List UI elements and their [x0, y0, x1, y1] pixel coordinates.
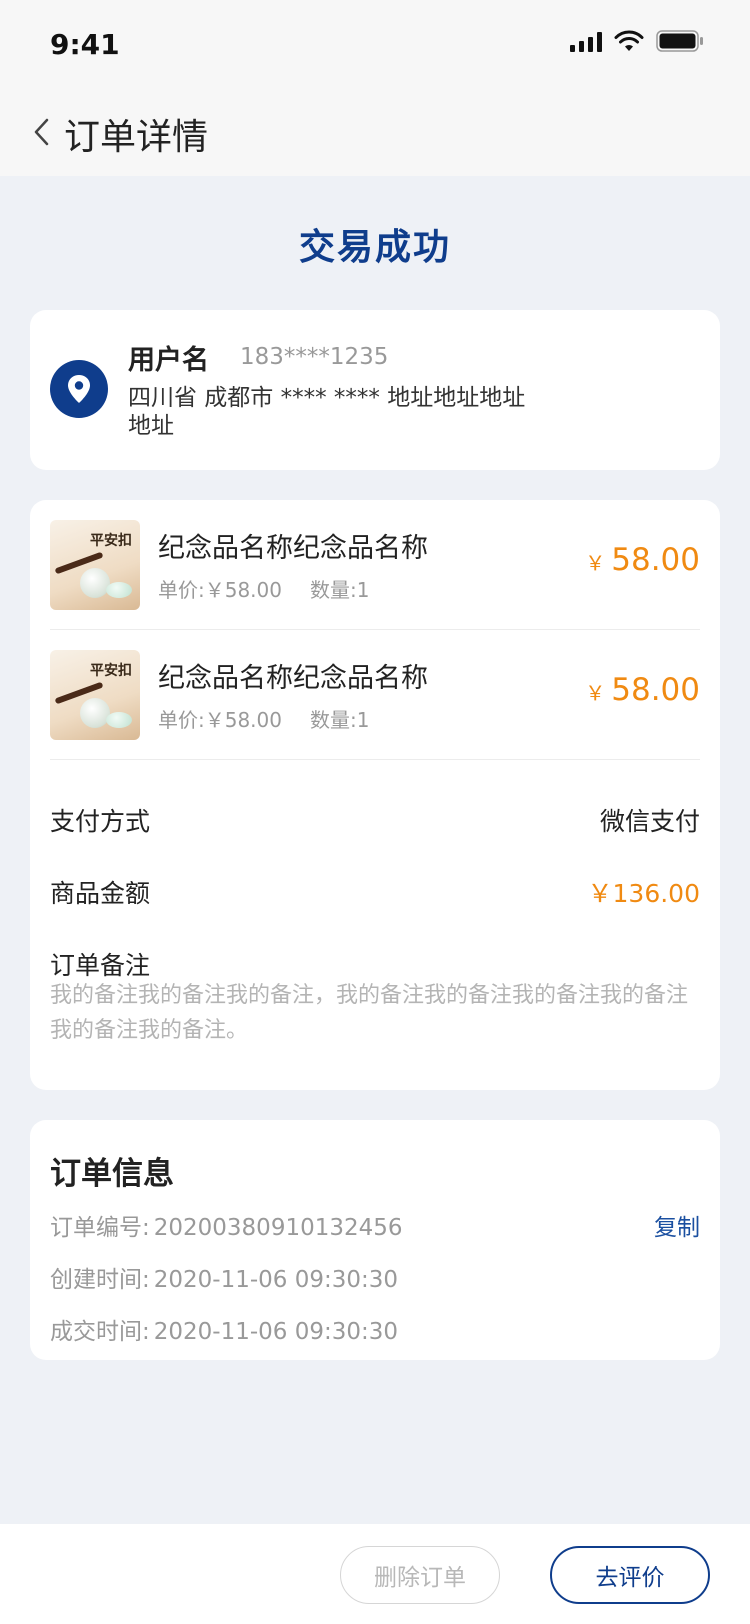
- copy-button[interactable]: 复制: [654, 1208, 700, 1242]
- order-number-row: 订单编号: 20200380910132456: [50, 1208, 403, 1242]
- product-thumbnail: 平安扣: [50, 650, 140, 740]
- product-quantity: 数量:1: [310, 708, 370, 732]
- created-time-label: 创建时间:: [50, 1267, 150, 1293]
- product-thumbnail: 平安扣: [50, 520, 140, 610]
- payment-label: 支付方式: [50, 807, 151, 836]
- product-meta: 单价:￥58.00 数量:1: [158, 574, 397, 603]
- product-unit-price: 单价:￥58.00: [158, 708, 282, 732]
- address-card: 用户名 183****1235 四川省 成都市 **** **** 地址地址地址…: [30, 310, 720, 470]
- price-value: 58.00: [611, 542, 700, 578]
- status-icons: [570, 30, 704, 52]
- location-icon: [50, 360, 108, 418]
- deal-time: 2020-11-06 09:30:30: [153, 1319, 399, 1345]
- user-name: 用户名: [128, 345, 209, 376]
- delete-order-button[interactable]: 删除订单: [340, 1546, 500, 1604]
- user-phone: 183****1235: [240, 344, 389, 370]
- product-item[interactable]: 平安扣 纪念品名称纪念品名称 单价:￥58.00 数量:1 ￥ 58.00: [50, 500, 700, 630]
- amount-label: 商品金额: [50, 879, 151, 908]
- wifi-icon: [614, 30, 644, 51]
- trade-status: 交易成功: [298, 227, 451, 268]
- order-number-label: 订单编号:: [50, 1215, 150, 1241]
- address-text: 四川省 成都市 **** **** 地址地址地址地址: [128, 385, 526, 439]
- deal-time-row: 成交时间: 2020-11-06 09:30:30: [50, 1312, 398, 1346]
- product-meta: 单价:￥58.00 数量:1: [158, 704, 397, 733]
- battery-icon: [656, 30, 703, 52]
- product-name: 纪念品名称纪念品名称: [158, 663, 428, 694]
- payment-value: 微信支付: [599, 807, 700, 836]
- thumbnail-calligraphy: 平安扣: [90, 533, 132, 549]
- back-icon[interactable]: [26, 110, 56, 154]
- review-button[interactable]: 去评价: [550, 1546, 710, 1604]
- order-info-title: 订单信息: [50, 1156, 174, 1192]
- order-card: 平安扣 纪念品名称纪念品名称 单价:￥58.00 数量:1 ￥ 58.00 平安扣 …: [30, 500, 720, 1090]
- product-price: ￥ 58.00: [585, 542, 700, 578]
- created-time-row: 创建时间: 2020-11-06 09:30:30: [50, 1260, 398, 1294]
- product-item[interactable]: 平安扣 纪念品名称纪念品名称 单价:￥58.00 数量:1 ￥ 58.00: [50, 630, 700, 760]
- thumbnail-calligraphy: 平安扣: [90, 663, 132, 679]
- bottom-action-bar: 删除订单 去评价: [0, 1524, 750, 1624]
- product-price: ￥ 58.00: [585, 672, 700, 708]
- product-unit-price: 单价:￥58.00: [158, 578, 282, 602]
- payment-row: 支付方式 微信支付: [50, 802, 700, 838]
- amount-value: ￥136.00: [587, 879, 700, 908]
- status-bar: 9:41: [0, 0, 750, 90]
- page-title: 订单详情: [64, 117, 209, 158]
- remark-text: 我的备注我的备注我的备注，我的备注我的备注我的备注我的备注我的备注我的备注。: [50, 983, 689, 1043]
- price-symbol: ￥: [585, 681, 606, 705]
- price-symbol: ￥: [585, 551, 606, 575]
- order-info-card: 订单信息 订单编号: 20200380910132456 复制 创建时间: 2020…: [30, 1120, 720, 1360]
- nav-bar: 订单详情: [0, 90, 750, 176]
- created-time: 2020-11-06 09:30:30: [153, 1267, 399, 1293]
- product-quantity: 数量:1: [310, 578, 370, 602]
- status-time: 9:41: [50, 28, 120, 61]
- deal-time-label: 成交时间:: [50, 1319, 150, 1345]
- price-value: 58.00: [611, 672, 700, 708]
- product-name: 纪念品名称纪念品名称: [158, 533, 428, 564]
- remark-label: 订单备注: [50, 951, 151, 980]
- amount-row: 商品金额 ￥136.00: [50, 874, 700, 910]
- order-number: 20200380910132456: [153, 1215, 403, 1241]
- signal-icon: [570, 30, 602, 52]
